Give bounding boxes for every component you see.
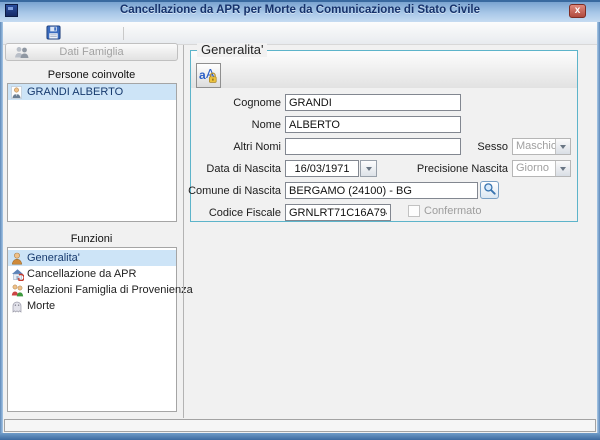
nome-input[interactable] xyxy=(285,116,461,133)
funzioni-item-label: Morte xyxy=(27,300,55,312)
ghost-icon xyxy=(11,300,23,318)
precisione-nascita-value: Giorno xyxy=(513,161,555,176)
funzioni-list: Generalita' Cancellazione da APR xyxy=(7,247,177,412)
confermato-checkbox[interactable] xyxy=(408,205,420,217)
cognome-input[interactable] xyxy=(285,94,461,111)
funzioni-item-morte[interactable]: Morte xyxy=(8,298,176,314)
search-icon xyxy=(483,182,496,198)
funzioni-item-label: Relazioni Famiglia di Provenienza xyxy=(27,284,193,296)
chevron-down-icon xyxy=(366,167,372,171)
comune-search-button[interactable] xyxy=(480,181,499,199)
svg-text:a: a xyxy=(199,68,206,82)
save-icon xyxy=(46,25,61,43)
close-button[interactable]: x xyxy=(569,4,586,18)
funzioni-item-label: Generalita' xyxy=(27,252,80,264)
dati-famiglia-button[interactable]: Dati Famiglia xyxy=(5,43,178,61)
sesso-combobox[interactable]: Maschio xyxy=(512,138,571,155)
window-border-left xyxy=(0,22,3,433)
window-title: Cancellazione da APR per Morte da Comuni… xyxy=(0,0,600,22)
funzioni-item-generalita[interactable]: Generalita' xyxy=(8,250,176,266)
status-bar xyxy=(4,419,596,432)
comune-nascita-label: Comune di Nascita xyxy=(186,184,281,199)
panel-divider xyxy=(183,45,184,418)
data-nascita-label: Data di Nascita xyxy=(186,162,281,177)
codice-fiscale-label: Codice Fiscale xyxy=(186,206,281,221)
chevron-down-icon xyxy=(555,161,570,176)
altri-nomi-label: Altri Nomi xyxy=(186,140,281,155)
person-list-item[interactable]: GRANDI ALBERTO xyxy=(8,84,176,100)
funzioni-item-label: Cancellazione da APR xyxy=(27,268,136,280)
persone-coinvolte-header: Persone coinvolte xyxy=(5,69,178,82)
chevron-down-icon xyxy=(555,139,570,154)
cognome-label: Cognome xyxy=(186,96,281,111)
save-button[interactable] xyxy=(42,24,64,43)
precisione-nascita-combobox[interactable]: Giorno xyxy=(512,160,571,177)
persone-coinvolte-list: GRANDI ALBERTO xyxy=(7,83,177,222)
generalita-group-title: Generalita' xyxy=(197,43,267,57)
data-nascita-input[interactable] xyxy=(285,160,359,177)
person-icon xyxy=(11,86,22,104)
codice-fiscale-input[interactable] xyxy=(285,204,391,221)
dati-famiglia-label: Dati Famiglia xyxy=(59,46,123,58)
funzioni-item-relazioni[interactable]: Relazioni Famiglia di Provenienza xyxy=(8,282,176,298)
toolbar-separator xyxy=(123,27,124,40)
dialog-window: Cancellazione da APR per Morte da Comuni… xyxy=(0,0,600,440)
data-nascita-dropdown-button[interactable] xyxy=(360,160,377,177)
confermato-label: Confermato xyxy=(424,205,494,218)
window-border-bottom xyxy=(0,433,600,440)
main-toolbar xyxy=(3,22,597,45)
funzioni-item-cancellazione[interactable]: Cancellazione da APR xyxy=(8,266,176,282)
nome-label: Nome xyxy=(186,118,281,133)
family-group-icon xyxy=(14,46,30,64)
precisione-nascita-label: Precisione Nascita xyxy=(400,162,508,177)
letters-lock-icon: a A xyxy=(198,64,219,88)
sesso-label: Sesso xyxy=(420,140,508,155)
edit-names-button[interactable]: a A xyxy=(196,63,221,88)
funzioni-header: Funzioni xyxy=(5,233,178,246)
sesso-value: Maschio xyxy=(513,139,555,154)
comune-nascita-input[interactable] xyxy=(285,182,478,199)
person-list-item-label: GRANDI ALBERTO xyxy=(27,86,123,98)
